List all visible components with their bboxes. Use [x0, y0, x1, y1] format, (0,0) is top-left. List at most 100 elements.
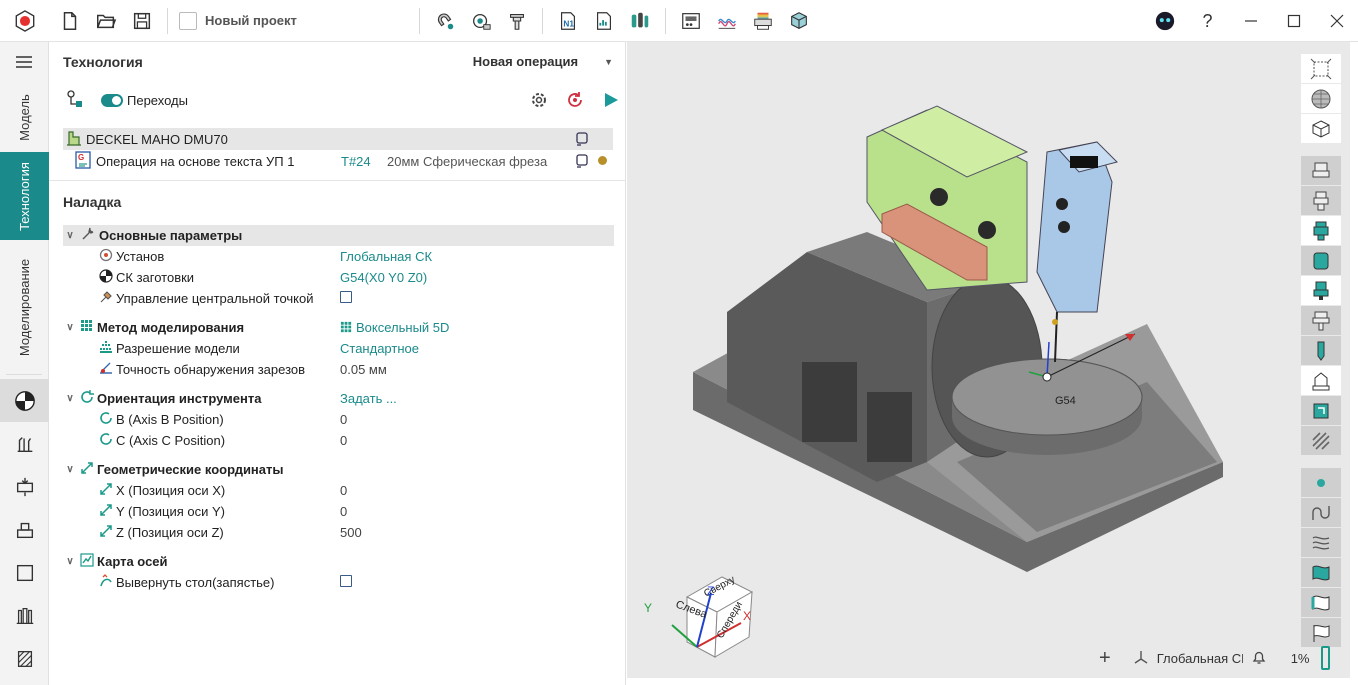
graph-icon[interactable]: [712, 6, 742, 36]
prop-value[interactable]: 0: [340, 483, 347, 498]
settings-gear-icon[interactable]: [529, 90, 549, 113]
prop-axis-x[interactable]: X (Позиция оси X) 0: [63, 480, 614, 501]
magnet-tool-icon[interactable]: [430, 6, 460, 36]
endmill-view-icon[interactable]: [1301, 336, 1341, 365]
cylinder-view-icon[interactable]: [1301, 246, 1341, 275]
point-view-icon[interactable]: [1301, 468, 1341, 497]
tcp-checkbox[interactable]: [340, 291, 352, 306]
prop-value[interactable]: 0: [340, 412, 347, 427]
prop-modeling-method[interactable]: ∨ Метод моделирования Воксельный 5D: [63, 317, 614, 338]
tab-model[interactable]: Модель: [0, 82, 49, 152]
prop-geometric-coords[interactable]: ∨ Геометрические координаты: [63, 459, 614, 480]
prop-setup[interactable]: Установ Глобальная СК: [63, 246, 614, 267]
stock-icon[interactable]: [0, 465, 49, 508]
prop-tcp-control[interactable]: Управление центральной точкой: [63, 288, 614, 309]
tool-library-icon[interactable]: [625, 6, 655, 36]
workpiece-teal-view-icon[interactable]: [1301, 396, 1341, 425]
clamp-icon[interactable]: [0, 594, 49, 637]
tool-gray-view-icon[interactable]: [1301, 306, 1341, 335]
holder-view-icon[interactable]: [1301, 156, 1341, 185]
prop-gouge-accuracy[interactable]: Точность обнаружения зарезов 0.05 мм: [63, 359, 614, 380]
prop-unwind-table[interactable]: Вывернуть стол(запястье): [63, 572, 614, 593]
assistant-icon[interactable]: [1143, 0, 1186, 42]
prop-value[interactable]: Задать ...: [340, 391, 397, 406]
prop-value[interactable]: 0.05 мм: [340, 362, 387, 377]
new-operation-dropdown[interactable]: Новая операция ▼: [473, 54, 613, 69]
prop-basic-params[interactable]: ∨ Основные параметры: [63, 225, 614, 246]
machine-status-icon[interactable]: [575, 132, 589, 149]
chevron-down-icon[interactable]: ∨: [63, 322, 77, 333]
curve-view-icon[interactable]: [1301, 498, 1341, 527]
transitions-toggle[interactable]: [101, 93, 123, 107]
hamburger-menu-icon[interactable]: [0, 42, 48, 82]
coordinate-system-label[interactable]: Глобальная СК: [1157, 651, 1243, 666]
printer-icon[interactable]: [748, 6, 778, 36]
tool-holder-icon[interactable]: [466, 6, 496, 36]
prop-value[interactable]: Воксельный 5D: [340, 320, 449, 335]
solid-surface-view-icon[interactable]: [1301, 588, 1341, 617]
prop-axis-c[interactable]: C (Axis C Position) 0: [63, 430, 614, 451]
prop-axis-z[interactable]: Z (Позиция оси Z) 500: [63, 522, 614, 543]
prop-value[interactable]: 500: [340, 525, 362, 540]
tab-technology[interactable]: Технология: [0, 152, 49, 240]
fit-view-icon[interactable]: [1301, 54, 1341, 83]
prop-value[interactable]: 0: [340, 504, 347, 519]
prop-axis-y[interactable]: Y (Позиция оси Y) 0: [63, 501, 614, 522]
surface-teal-view-icon[interactable]: [1301, 558, 1341, 587]
unwind-checkbox[interactable]: [340, 575, 352, 590]
sphere-view-icon[interactable]: [1301, 84, 1341, 113]
prop-label: Геометрические координаты: [97, 462, 284, 477]
app-logo-icon[interactable]: [10, 6, 40, 36]
nc-program-icon[interactable]: N1: [553, 6, 583, 36]
prop-axis-b[interactable]: B (Axis B Position) 0: [63, 409, 614, 430]
prop-workpiece-cs[interactable]: СК заготовки G54(X0 Y0 Z0): [63, 267, 614, 288]
chevron-down-icon[interactable]: ∨: [63, 230, 77, 241]
flag-surface-view-icon[interactable]: [1301, 618, 1341, 647]
report-icon[interactable]: [589, 6, 619, 36]
chevron-down-icon[interactable]: ∨: [63, 464, 77, 475]
tree-structure-icon[interactable]: [65, 89, 85, 112]
tool-assembly-view-icon[interactable]: [1301, 186, 1341, 215]
recalculate-icon[interactable]: [565, 90, 585, 113]
box-view-icon[interactable]: [1301, 114, 1341, 143]
bell-icon[interactable]: [1251, 649, 1267, 668]
toolpath-hatch-view-icon[interactable]: [1301, 426, 1341, 455]
add-icon[interactable]: +: [1099, 647, 1111, 670]
tab-modeling[interactable]: Моделирование: [0, 240, 49, 374]
help-icon[interactable]: ?: [1186, 0, 1229, 42]
chevron-down-icon[interactable]: ∨: [63, 393, 77, 404]
cutter-icon[interactable]: [502, 6, 532, 36]
machine-row[interactable]: DECKEL MAHO DMU70: [63, 128, 613, 150]
prop-value[interactable]: G54(X0 Y0 Z0): [340, 270, 427, 285]
prop-tool-orientation[interactable]: ∨ Ориентация инструмента Задать ...: [63, 388, 614, 409]
prop-value[interactable]: Глобальная СК: [340, 249, 432, 264]
hatch-icon[interactable]: [0, 637, 49, 680]
tool-teal-view-icon[interactable]: [1301, 276, 1341, 305]
minimize-icon[interactable]: [1229, 0, 1272, 42]
coordinate-system-icon[interactable]: [0, 379, 49, 422]
prop-axis-map[interactable]: ∨ Карта осей: [63, 551, 614, 572]
workpiece-box-icon[interactable]: [0, 551, 49, 594]
close-icon[interactable]: [1315, 0, 1358, 42]
operation-status-icon[interactable]: [575, 154, 589, 171]
open-folder-icon[interactable]: [91, 6, 121, 36]
3d-viewport[interactable]: G54 Сверху Слева Спереди Z Y X + Глобаль…: [627, 42, 1350, 678]
project-title[interactable]: Новый проект: [179, 11, 297, 30]
maximize-icon[interactable]: [1272, 0, 1315, 42]
part-icon[interactable]: [0, 508, 49, 551]
fixture-icon[interactable]: [0, 422, 49, 465]
prop-value[interactable]: Стандартное: [340, 341, 419, 356]
prop-model-resolution[interactable]: Разрешение модели Стандартное: [63, 338, 614, 359]
export-cube-icon[interactable]: [784, 6, 814, 36]
chevron-down-icon[interactable]: ∨: [63, 556, 77, 567]
save-icon[interactable]: [127, 6, 157, 36]
zoom-slider-icon[interactable]: [1321, 646, 1331, 670]
machine-panel-icon[interactable]: [676, 6, 706, 36]
prop-value[interactable]: 0: [340, 433, 347, 448]
part-view-icon[interactable]: [1301, 366, 1341, 395]
spindle-teal-view-icon[interactable]: [1301, 216, 1341, 245]
new-file-icon[interactable]: [55, 6, 85, 36]
operation-row[interactable]: G Операция на основе текста УП 1 T#24 20…: [63, 150, 613, 172]
surface-wire-view-icon[interactable]: [1301, 528, 1341, 557]
play-simulation-icon[interactable]: [602, 90, 620, 113]
